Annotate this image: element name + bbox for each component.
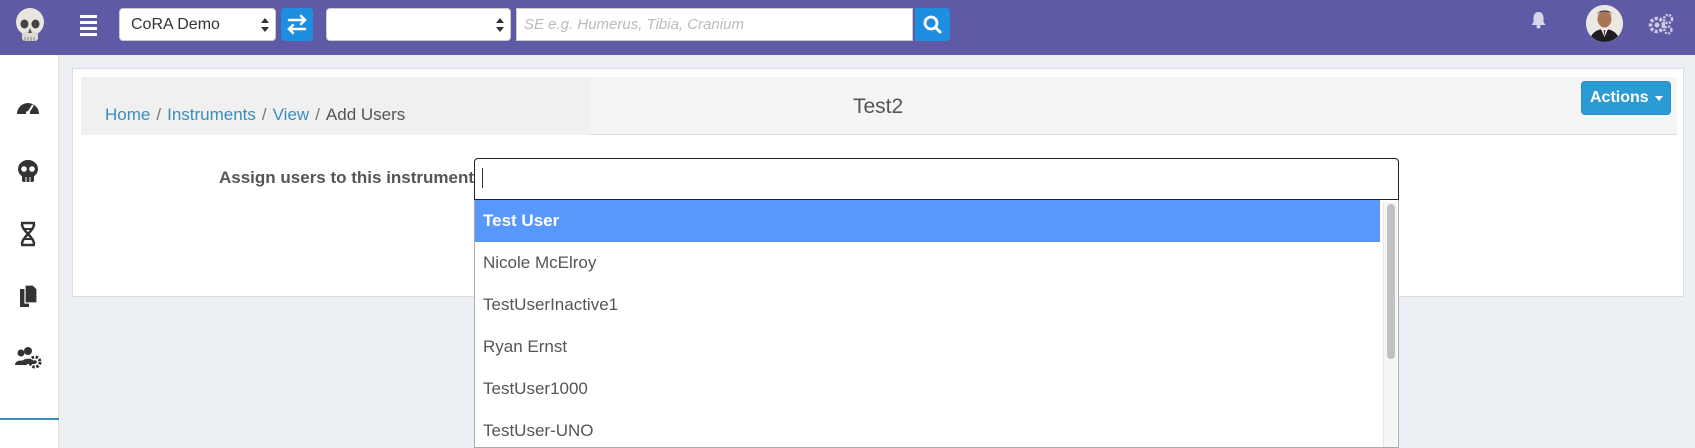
assign-users-label: Assign users to this instrument: [219, 168, 475, 187]
breadcrumb-separator: /: [261, 105, 267, 124]
search-input[interactable]: [516, 8, 913, 41]
user-avatar[interactable]: [1586, 5, 1623, 42]
breadcrumb-home-link[interactable]: Home: [105, 105, 150, 124]
breadcrumb-instruments-link[interactable]: Instruments: [167, 105, 256, 124]
dashboard-gauge-icon[interactable]: [14, 95, 42, 121]
text-cursor: [482, 168, 483, 188]
site-select[interactable]: CoRA Demo: [119, 8, 276, 41]
sidebar: [0, 55, 59, 448]
actions-label: Actions: [1590, 89, 1649, 106]
breadcrumb: Home / Instruments / View / Add Users: [105, 105, 405, 125]
dropdown-option[interactable]: TestUser1000: [475, 368, 1380, 410]
breadcrumb-separator: /: [315, 105, 320, 124]
user-photo-icon: [1586, 5, 1623, 42]
dropdown-option[interactable]: Nicole McElroy: [475, 242, 1380, 284]
dropdown-option[interactable]: TestUser-UNO: [475, 410, 1380, 447]
select-arrows-icon: [496, 18, 504, 32]
actions-dropdown-button[interactable]: Actions: [1581, 81, 1671, 115]
dropdown-option[interactable]: TestUserInactive1: [475, 284, 1380, 326]
search-icon: [923, 15, 942, 34]
search-button[interactable]: [915, 8, 950, 41]
assign-users-input[interactable]: [474, 158, 1399, 200]
select-arrows-icon: [261, 18, 269, 32]
sidebar-divider: [0, 418, 59, 420]
dropdown-option[interactable]: Ryan Ernst: [475, 326, 1380, 368]
user-gear-icon[interactable]: [14, 345, 42, 371]
user-options-dropdown: Test User Nicole McElroy TestUserInactiv…: [474, 200, 1399, 448]
switch-arrows-icon: [287, 14, 307, 35]
switch-site-button[interactable]: [281, 8, 313, 41]
breadcrumb-current: Add Users: [325, 105, 406, 124]
hamburger-menu-icon[interactable]: [80, 15, 100, 36]
dropdown-option[interactable]: Test User: [475, 200, 1380, 242]
box-header: Home / Instruments / View / Add Users Test2: [81, 77, 1677, 135]
dna-icon[interactable]: [14, 221, 42, 247]
scrollbar-thumb[interactable]: [1387, 204, 1395, 359]
bell-icon[interactable]: [1530, 11, 1547, 29]
breadcrumb-separator: /: [156, 105, 162, 124]
caret-down-icon: [1655, 96, 1663, 101]
project-select[interactable]: [326, 8, 511, 41]
page-title: Test2: [853, 95, 904, 118]
breadcrumb-view-link[interactable]: View: [273, 105, 310, 124]
skull-logo-icon[interactable]: [13, 6, 47, 46]
skull-icon[interactable]: [14, 158, 42, 184]
gears-icon[interactable]: [1647, 13, 1675, 35]
site-select-value: CoRA Demo: [131, 16, 220, 33]
top-navbar: CoRA Demo: [0, 0, 1695, 55]
dropdown-scrollbar[interactable]: [1383, 202, 1397, 447]
documents-icon[interactable]: [14, 283, 42, 309]
